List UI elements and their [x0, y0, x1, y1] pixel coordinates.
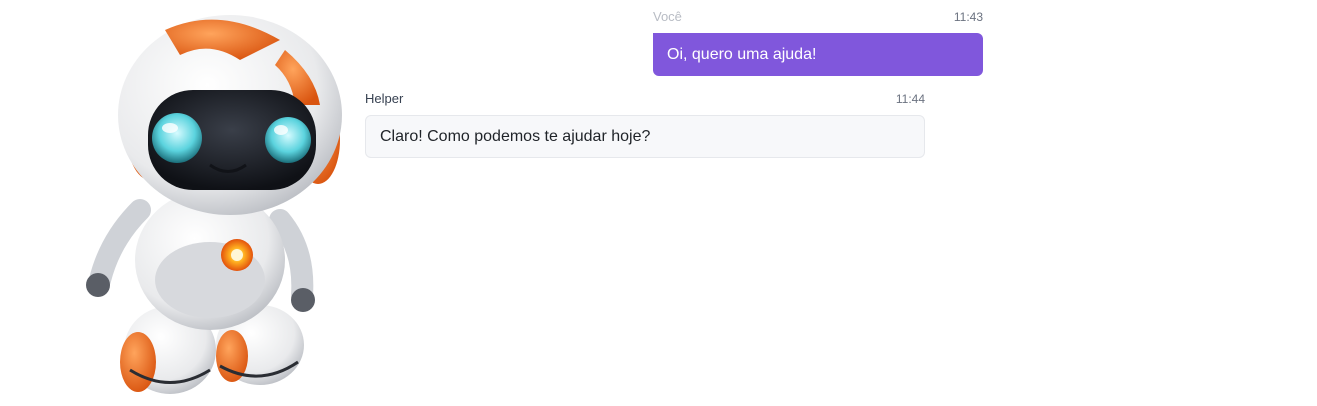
message-meta: Você 11:43: [653, 9, 983, 25]
sender-name: Helper: [365, 91, 404, 106]
message-time: 11:43: [953, 10, 983, 24]
message-time: 11:44: [895, 92, 925, 106]
message-meta: Helper 11:44: [365, 91, 925, 107]
chat-thread: Você 11:43 Oi, quero uma ajuda! Helper 1…: [0, 0, 1317, 406]
helper-message: Helper 11:44 Claro! Como podemos te ajud…: [365, 91, 925, 158]
helper-message-bubble: Claro! Como podemos te ajudar hoje?: [365, 115, 925, 158]
sender-name: Você: [653, 9, 682, 24]
user-message: Você 11:43 Oi, quero uma ajuda!: [653, 9, 983, 76]
user-message-bubble: Oi, quero uma ajuda!: [653, 33, 983, 76]
